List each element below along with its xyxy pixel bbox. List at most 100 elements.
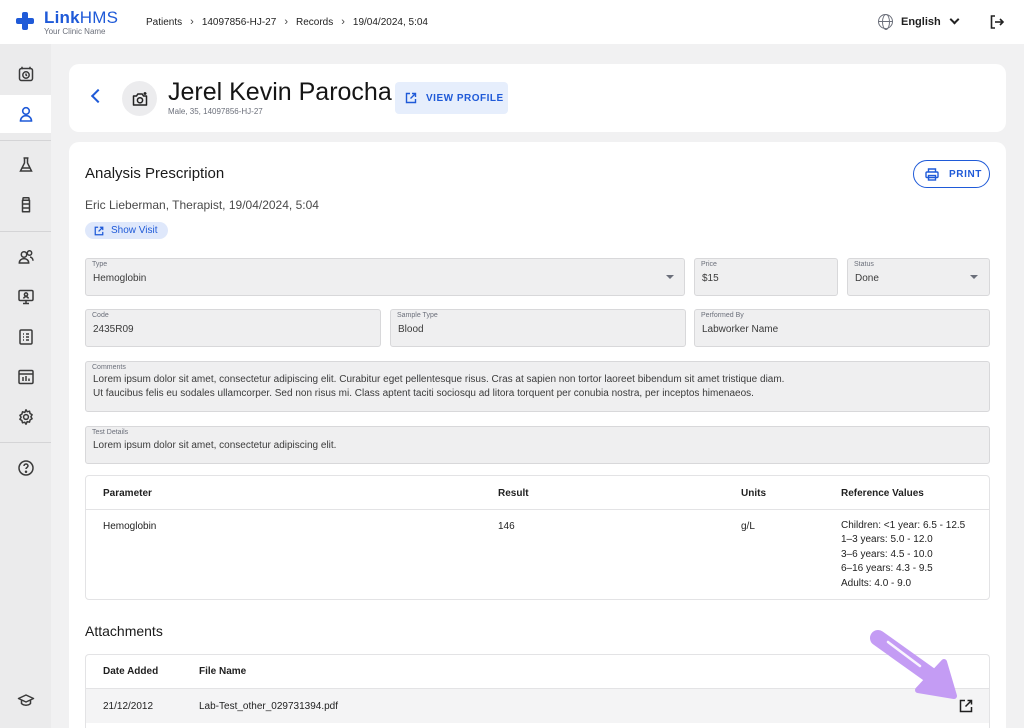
breadcrumb-current-record: 19/04/2024, 5:04: [352, 16, 428, 28]
status-value: Done: [855, 273, 879, 284]
test-details-field[interactable]: Test Details Lorem ipsum dolor sit amet,…: [85, 426, 990, 464]
clinic-name: Your Clinic Name: [44, 27, 106, 36]
breadcrumb-separator: ›: [190, 16, 194, 28]
attachments-title: Attachments: [85, 623, 163, 639]
print-button[interactable]: PRINT: [913, 160, 990, 188]
sidebar-item-monitoring[interactable]: [0, 278, 51, 316]
column-header-file-name: File Name: [199, 666, 247, 677]
doctor-line: Eric Lieberman, Therapist, 19/04/2024, 5…: [85, 198, 319, 212]
test-details-label: Test Details: [92, 429, 129, 436]
alarm-clock-icon: [18, 66, 33, 82]
sidebar-item-lab[interactable]: [0, 146, 51, 184]
breadcrumb-patient-id[interactable]: 14097856-HJ-27: [202, 17, 277, 28]
show-visit-label: Show Visit: [111, 225, 158, 236]
breadcrumb: Patients › 14097856-HJ-27 › Records › 19…: [146, 16, 428, 28]
caret-down-icon: [666, 275, 674, 279]
graduation-cap-icon: [17, 694, 34, 706]
performed-by-field[interactable]: Performed By Labworker Name: [694, 309, 990, 347]
breadcrumb-patients[interactable]: Patients: [146, 17, 182, 28]
status-select[interactable]: Status Done: [847, 258, 990, 296]
reference-line: 3–6 years: 4.5 - 10.0: [841, 548, 933, 560]
sidebar-item-help[interactable]: [0, 449, 51, 487]
type-select[interactable]: Type Hemoglobin: [85, 258, 685, 296]
report-icon: [18, 329, 33, 345]
app-name: LinkHMS: [44, 8, 119, 27]
column-header-parameter: Parameter: [103, 488, 152, 499]
cell-result: 146: [498, 521, 515, 532]
sidebar-divider: [0, 231, 51, 232]
view-profile-label: VIEW PROFILE: [426, 92, 504, 104]
sidebar-item-patients[interactable]: [0, 95, 51, 133]
help-icon: [17, 460, 34, 476]
chart-icon: [17, 369, 34, 385]
code-value: 2435R09: [93, 324, 134, 335]
patient-header-card: Jerel Kevin Parocha Male, 35, 14097856-H…: [69, 64, 1006, 132]
cell-date-added: 21/12/2012: [103, 701, 154, 712]
sidebar: [0, 44, 51, 728]
top-bar: LinkHMS Your Clinic Name Patients › 1409…: [0, 0, 1024, 44]
performed-by-value: Labworker Name: [702, 324, 779, 335]
caret-down-icon: [970, 275, 978, 279]
comments-line-2: Ut faucibus felis eu sodales ullamcorper…: [93, 388, 754, 399]
camera-icon: [132, 91, 147, 106]
logout-icon[interactable]: [989, 14, 1005, 30]
attachments-table: Date Added File Name 21/12/2012 Lab-Test…: [85, 654, 990, 728]
sidebar-item-staff[interactable]: [0, 238, 51, 276]
breadcrumb-separator: ›: [284, 16, 288, 28]
column-header-date-added: Date Added: [103, 666, 159, 677]
logo-cross-icon: [16, 12, 34, 30]
performed-by-label: Performed By: [701, 312, 744, 319]
language-label: English: [901, 15, 941, 28]
globe-icon: [878, 14, 893, 30]
comments-field[interactable]: Comments Lorem ipsum dolor sit amet, con…: [85, 361, 990, 412]
sidebar-divider: [0, 140, 51, 141]
back-arrow-icon[interactable]: [90, 88, 106, 104]
prescription-card: Analysis Prescription Eric Lieberman, Th…: [69, 142, 1006, 728]
external-link-icon: [94, 226, 104, 235]
gear-icon: [18, 409, 33, 425]
sidebar-item-education[interactable]: [0, 681, 51, 719]
language-selector[interactable]: English: [878, 14, 960, 30]
sample-type-label: Sample Type: [397, 312, 438, 319]
app-logo[interactable]: LinkHMS Your Clinic Name: [16, 9, 118, 36]
code-field[interactable]: Code 2435R09: [85, 309, 381, 347]
users-icon: [18, 250, 34, 264]
patient-meta: Male, 35, 14097856-HJ-27: [168, 107, 263, 116]
reference-line: 6–16 years: 4.3 - 9.5: [841, 563, 933, 575]
table-divider: [86, 509, 989, 510]
comments-line-1: Lorem ipsum dolor sit amet, consectetur …: [93, 374, 785, 385]
cell-file-name[interactable]: Lab-Test_other_029731394.pdf: [199, 701, 338, 712]
sample-type-value: Blood: [398, 324, 424, 335]
user-icon: [19, 106, 32, 122]
test-details-value: Lorem ipsum dolor sit amet, consectetur …: [93, 440, 337, 451]
sidebar-item-reports[interactable]: [0, 318, 51, 356]
type-value: Hemoglobin: [93, 273, 147, 284]
code-label: Code: [92, 312, 109, 319]
breadcrumb-records[interactable]: Records: [296, 17, 333, 28]
monitor-icon: [17, 289, 34, 305]
sample-type-field[interactable]: Sample Type Blood: [390, 309, 686, 347]
print-label: PRINT: [949, 168, 982, 180]
cell-parameter: Hemoglobin: [103, 521, 157, 532]
breadcrumb-separator: ›: [341, 16, 345, 28]
page-title: Analysis Prescription: [85, 165, 225, 182]
sidebar-item-analytics[interactable]: [0, 358, 51, 396]
column-header-result: Result: [498, 488, 529, 499]
avatar[interactable]: [122, 81, 157, 116]
price-field[interactable]: Price $15: [694, 258, 838, 296]
sidebar-divider: [0, 442, 51, 443]
patient-name: Jerel Kevin Parocha: [168, 78, 392, 106]
cell-units: g/L: [741, 521, 755, 532]
show-visit-button[interactable]: Show Visit: [85, 222, 168, 239]
column-header-units: Units: [741, 488, 766, 499]
sidebar-item-settings[interactable]: [0, 398, 51, 436]
flask-icon: [18, 157, 33, 172]
view-profile-button[interactable]: VIEW PROFILE: [395, 82, 508, 114]
medicine-bottle-icon: [21, 197, 30, 213]
reference-line: 1–3 years: 5.0 - 12.0: [841, 534, 933, 546]
table-row[interactable]: 21/12/2012 Lab-Test_other_029731394.pdf: [86, 689, 989, 723]
sidebar-item-pharmacy[interactable]: [0, 186, 51, 224]
sidebar-item-appointments[interactable]: [0, 55, 51, 93]
open-external-icon[interactable]: [959, 699, 973, 713]
results-table: Parameter Result Units Reference Values …: [85, 475, 990, 600]
